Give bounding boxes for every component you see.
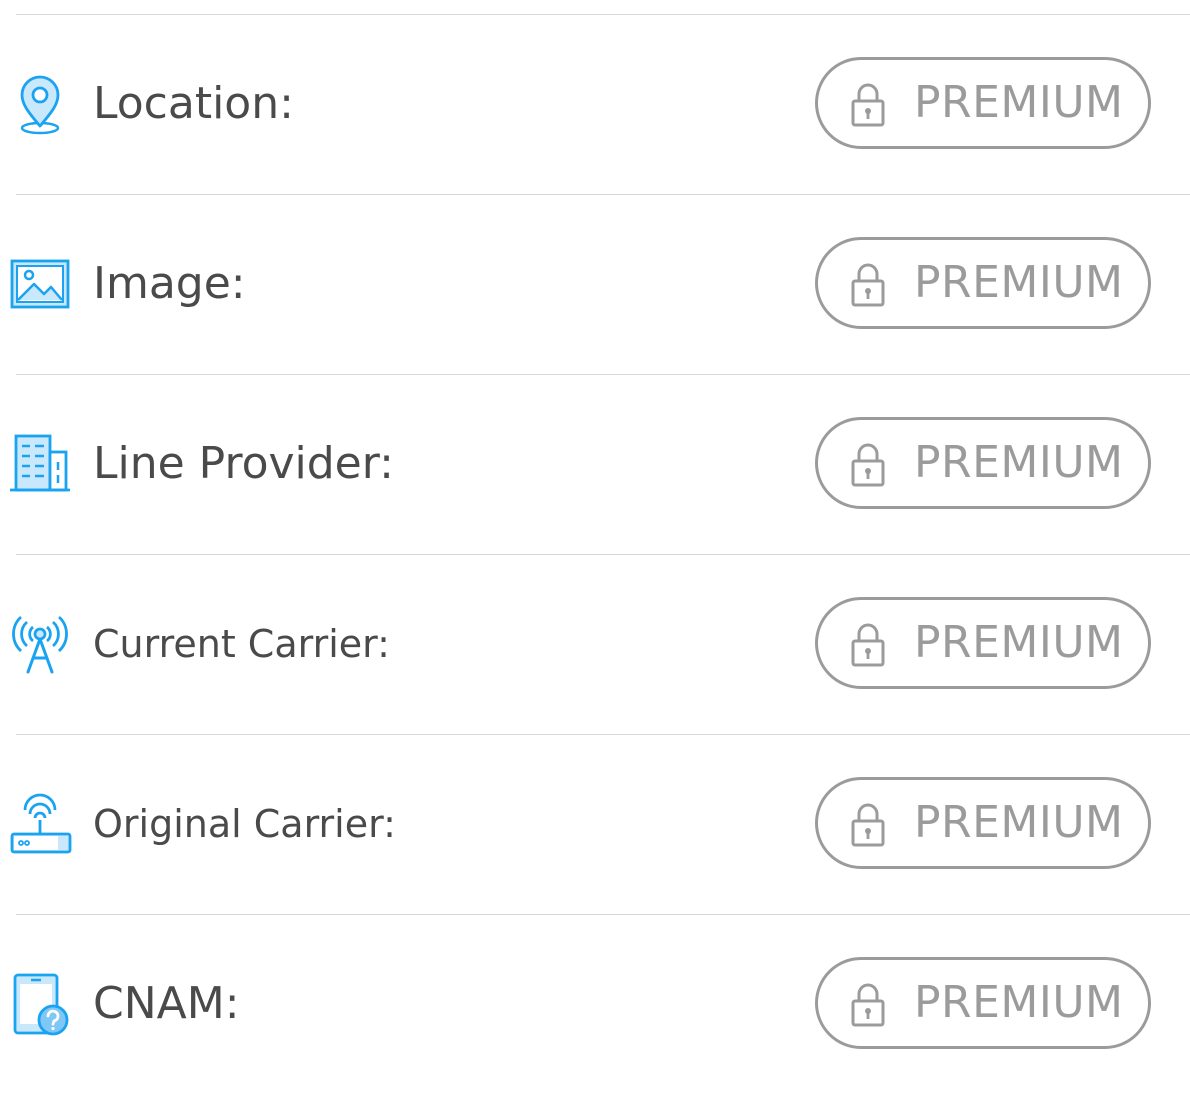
row-image: Image: PREMIUM bbox=[0, 194, 1190, 374]
premium-label: PREMIUM bbox=[914, 797, 1124, 848]
router-icon bbox=[8, 792, 72, 856]
row-original-carrier: Original Carrier: PREMIUM bbox=[0, 734, 1190, 914]
row-label: Original Carrier: bbox=[93, 802, 396, 846]
premium-label: PREMIUM bbox=[914, 437, 1124, 488]
row-cnam: CNAM: PREMIUM bbox=[0, 914, 1190, 1094]
row-label: Location: bbox=[93, 78, 294, 129]
row-label: Image: bbox=[93, 258, 246, 309]
premium-button[interactable]: PREMIUM bbox=[815, 57, 1151, 149]
cell-tower-icon bbox=[8, 612, 72, 676]
premium-button[interactable]: PREMIUM bbox=[815, 597, 1151, 689]
phone-unknown-icon bbox=[8, 972, 72, 1036]
lock-icon bbox=[848, 980, 888, 1028]
image-icon bbox=[8, 252, 72, 316]
lock-icon bbox=[848, 800, 888, 848]
premium-button[interactable]: PREMIUM bbox=[815, 417, 1151, 509]
row-label: Line Provider: bbox=[93, 438, 394, 489]
premium-label: PREMIUM bbox=[914, 977, 1124, 1028]
premium-button[interactable]: PREMIUM bbox=[815, 777, 1151, 869]
premium-label: PREMIUM bbox=[914, 257, 1124, 308]
building-icon bbox=[8, 432, 72, 496]
row-location: Location: PREMIUM bbox=[0, 14, 1190, 194]
premium-button[interactable]: PREMIUM bbox=[815, 237, 1151, 329]
map-pin-icon bbox=[8, 72, 72, 136]
row-label: CNAM: bbox=[93, 978, 240, 1029]
row-current-carrier: Current Carrier: PREMIUM bbox=[0, 554, 1190, 734]
row-label: Current Carrier: bbox=[93, 622, 390, 666]
lock-icon bbox=[848, 440, 888, 488]
premium-label: PREMIUM bbox=[914, 617, 1124, 668]
premium-details-list: Location: PREMIUM Image: PREMIUM Line Pr… bbox=[0, 0, 1190, 1084]
lock-icon bbox=[848, 620, 888, 668]
row-line-provider: Line Provider: PREMIUM bbox=[0, 374, 1190, 554]
premium-label: PREMIUM bbox=[914, 77, 1124, 128]
lock-icon bbox=[848, 260, 888, 308]
lock-icon bbox=[848, 80, 888, 128]
premium-button[interactable]: PREMIUM bbox=[815, 957, 1151, 1049]
